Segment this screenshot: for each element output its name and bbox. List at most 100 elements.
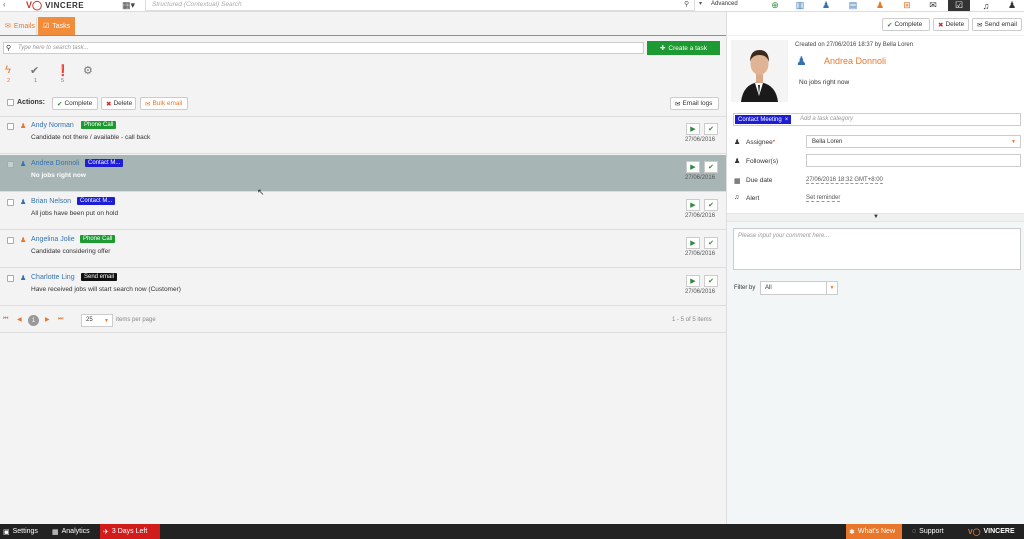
pagination-summary: 1 - 5 of 5 items bbox=[672, 317, 712, 323]
task-contact-name[interactable]: Andy Norman bbox=[31, 122, 74, 129]
check-icon[interactable]: ✔ bbox=[704, 161, 718, 173]
first-page-icon[interactable]: ⏮ bbox=[3, 316, 8, 323]
per-page-select[interactable]: 25 ▼ bbox=[81, 314, 113, 327]
next-page-icon[interactable]: ▶ bbox=[45, 316, 50, 323]
filter-select[interactable]: All ▼ bbox=[760, 281, 838, 295]
collapse-icon[interactable]: ‹ bbox=[3, 0, 6, 9]
delete-label: Delete bbox=[113, 100, 133, 107]
candidate-icon[interactable]: ♟ bbox=[818, 0, 834, 11]
check-icon[interactable]: ✔ bbox=[704, 237, 718, 249]
trial-button[interactable]: ✈ 3 Days Left bbox=[100, 524, 160, 539]
calendar-icon: ▦ bbox=[734, 178, 741, 185]
chevron-down-icon: ▼ bbox=[104, 318, 109, 324]
global-search-placeholder: Structured (Contextual) Search bbox=[152, 1, 242, 8]
bulk-email-button[interactable]: ✉ Bulk email bbox=[140, 97, 188, 110]
add-icon[interactable]: ⊕ bbox=[767, 0, 783, 11]
detail-delete-button[interactable]: ✖ Delete bbox=[933, 18, 969, 31]
task-contact-name[interactable]: Angelina Jolie bbox=[31, 236, 75, 243]
play-icon[interactable]: ▶ bbox=[686, 237, 700, 249]
task-row-selected[interactable]: ♟ Andrea Donnoli Contact M... No jobs ri… bbox=[0, 155, 726, 197]
avatar-photo bbox=[731, 40, 788, 102]
play-icon[interactable]: ▶ bbox=[686, 275, 700, 287]
assignee-label-text: Assignee bbox=[746, 139, 773, 146]
alert-icon[interactable]: ❗ bbox=[56, 64, 70, 77]
footer-logo: V◯ VINCERE bbox=[965, 524, 1018, 539]
detail-contact-name[interactable]: Andrea Donnoli bbox=[824, 56, 886, 66]
task-date: 27/06/2016 bbox=[685, 251, 716, 257]
gear-icon[interactable]: ⚙ bbox=[83, 64, 93, 77]
play-icon[interactable]: ▶ bbox=[686, 161, 700, 173]
task-category-input[interactable]: Contact Meeting × Add a task category bbox=[733, 113, 1021, 126]
row-checkbox[interactable] bbox=[7, 199, 14, 206]
row-checkbox[interactable] bbox=[7, 237, 14, 244]
settings-label: Settings bbox=[12, 528, 38, 535]
row-checkbox[interactable] bbox=[7, 275, 14, 282]
due-date-value[interactable]: 27/06/2016 18:32 GMT+8:00 bbox=[806, 177, 883, 184]
advanced-search-link[interactable]: Advanced bbox=[711, 1, 738, 7]
row-checkbox[interactable] bbox=[7, 161, 14, 168]
task-search-input[interactable]: ⚲ Type here to search task... bbox=[3, 42, 644, 54]
play-icon[interactable]: ▶ bbox=[686, 123, 700, 135]
create-task-button[interactable]: ✚ Create a task bbox=[647, 41, 720, 55]
check-icon[interactable]: ✔ bbox=[704, 123, 718, 135]
expand-bar[interactable]: ▼ bbox=[727, 213, 1024, 222]
logo[interactable]: V◯ VINCERE bbox=[26, 0, 84, 10]
task-row[interactable]: ♟ Brian Nelson Contact M... All jobs hav… bbox=[0, 193, 726, 230]
check-icon[interactable]: ✔ bbox=[704, 275, 718, 287]
per-page-value: 25 bbox=[86, 317, 93, 323]
set-reminder-link[interactable]: Set reminder bbox=[806, 195, 841, 202]
email-logs-button[interactable]: ✉ Email logs bbox=[670, 97, 719, 110]
task-type-badge: Send email bbox=[81, 273, 118, 281]
task-date: 27/06/2016 bbox=[685, 213, 716, 219]
global-search-input[interactable]: Structured (Contextual) Search bbox=[145, 0, 695, 11]
detail-send-email-button[interactable]: ✉ Send email bbox=[972, 18, 1022, 31]
bell-icon[interactable]: ♫ bbox=[978, 0, 994, 11]
user-icon[interactable]: ♟ bbox=[1004, 0, 1020, 11]
company-icon[interactable]: ▤ bbox=[845, 0, 861, 11]
delete-button[interactable]: ✖ Delete bbox=[101, 97, 136, 110]
task-row[interactable]: ♟ Charlotte Ling Send email Have receive… bbox=[0, 269, 726, 306]
flash-icon[interactable]: ϟ bbox=[5, 64, 11, 76]
tab-emails[interactable]: ✉ Emails bbox=[0, 17, 37, 35]
play-icon[interactable]: ▶ bbox=[686, 199, 700, 211]
detail-complete-button[interactable]: ✔ Complete bbox=[882, 18, 930, 31]
candidate-person-icon: ♟ bbox=[20, 275, 27, 282]
apps-grid-icon[interactable]: ▦▾ bbox=[122, 0, 135, 11]
tab-tasks[interactable]: ☑ Tasks bbox=[38, 17, 75, 35]
last-page-icon[interactable]: ⏭ bbox=[58, 316, 63, 323]
settings-button[interactable]: ▣ Settings bbox=[0, 524, 41, 539]
mail-icon: ✉ bbox=[977, 21, 983, 29]
assignee-label: Assignee* bbox=[746, 139, 775, 146]
followers-input[interactable] bbox=[806, 154, 1021, 167]
support-button[interactable]: ◌ Support bbox=[909, 524, 947, 539]
mail-icon[interactable]: ✉ bbox=[925, 0, 941, 11]
prev-page-icon[interactable]: ◀ bbox=[17, 316, 22, 323]
task-contact-name[interactable]: Andrea Donnoli bbox=[31, 160, 79, 167]
plus-icon: ✚ bbox=[659, 45, 666, 52]
actions-label: Actions: bbox=[17, 99, 45, 106]
whats-new-button[interactable]: ✱ What's New bbox=[846, 524, 902, 539]
org-chart-icon[interactable]: ⊞ bbox=[899, 0, 915, 11]
remove-tag-icon[interactable]: × bbox=[785, 117, 789, 123]
task-row[interactable]: ♟ Angelina Jolie Phone Call Candidate co… bbox=[0, 231, 726, 268]
task-contact-name[interactable]: Charlotte Ling bbox=[31, 274, 75, 281]
check-icon[interactable]: ✔ bbox=[30, 64, 39, 77]
row-checkbox[interactable] bbox=[7, 123, 14, 130]
complete-button[interactable]: ✔ Complete bbox=[52, 97, 98, 110]
category-tag-label: Contact Meeting bbox=[738, 116, 782, 123]
current-page-button[interactable]: 1 bbox=[28, 315, 39, 326]
tasks-icon[interactable]: ☑ bbox=[948, 0, 970, 11]
task-row[interactable]: ♟ Andy Norman Phone Call Candidate not t… bbox=[0, 117, 726, 154]
check-icon[interactable]: ✔ bbox=[704, 199, 718, 211]
comment-textarea[interactable]: Please input your comment here... bbox=[733, 228, 1021, 270]
contact-icon[interactable]: ♟ bbox=[872, 0, 888, 11]
jobs-icon[interactable]: ▥ bbox=[792, 0, 808, 11]
mail-icon: ✉ bbox=[675, 100, 681, 108]
task-contact-name[interactable]: Brian Nelson bbox=[31, 198, 71, 205]
analytics-button[interactable]: ▦ Analytics bbox=[49, 524, 93, 539]
search-dropdown-icon[interactable]: ▾ bbox=[699, 0, 702, 7]
assignee-select[interactable]: Bella Loren ▼ bbox=[806, 135, 1021, 148]
search-icon[interactable]: ⚲ bbox=[684, 0, 689, 8]
mail-icon: ✉ bbox=[5, 23, 11, 30]
select-all-checkbox[interactable] bbox=[7, 99, 14, 106]
